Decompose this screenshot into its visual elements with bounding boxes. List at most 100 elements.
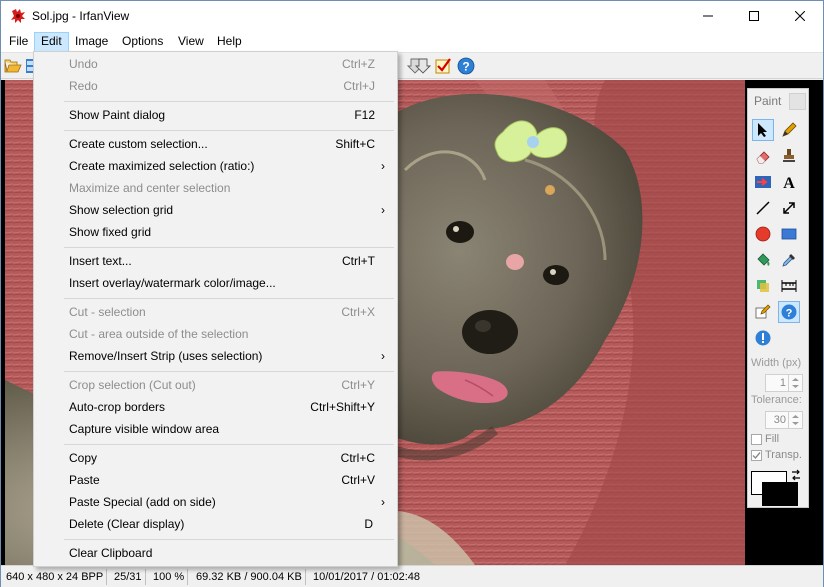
line-tool[interactable] <box>752 197 774 219</box>
tolerance-spinner-arrows[interactable] <box>788 412 802 428</box>
menu-item-create-custom-selection[interactable]: Create custom selection... Shift+C <box>36 133 395 155</box>
width-value: 1 <box>779 377 786 389</box>
color-picker-tool[interactable] <box>778 249 800 271</box>
menu-edit[interactable]: Edit <box>34 32 69 52</box>
submenu-arrow-icon: › <box>381 495 385 509</box>
menu-separator <box>64 371 394 372</box>
submenu-arrow-icon: › <box>381 159 385 173</box>
circle-tool[interactable] <box>752 223 774 245</box>
help-icon[interactable]: ? <box>457 57 475 75</box>
fill-bucket-tool[interactable] <box>752 249 774 271</box>
menu-item-shortcut: D <box>364 517 373 531</box>
transparent-checkbox[interactable] <box>751 450 762 461</box>
menu-item-cut-selection[interactable]: Cut - selection Ctrl+X <box>36 301 395 323</box>
menu-item-label: Undo <box>69 57 98 71</box>
fill-checkbox[interactable] <box>751 434 762 445</box>
close-button[interactable] <box>777 1 823 31</box>
status-dimensions: 640 x 480 x 24 BPP <box>3 569 108 585</box>
menu-item-insert-overlay[interactable]: Insert overlay/watermark color/image... <box>36 272 395 294</box>
irfanview-app-icon[interactable] <box>10 8 26 24</box>
menu-bar: File Edit Image Options View Help <box>1 31 823 52</box>
red-arrow-icon <box>755 176 771 188</box>
width-label: Width (px) <box>751 357 802 369</box>
color-replace-tool[interactable] <box>752 275 774 297</box>
ruler-tool[interactable] <box>778 275 800 297</box>
menu-item-delete-clear-display[interactable]: Delete (Clear display) D <box>36 513 395 535</box>
pencil-tool[interactable] <box>778 119 800 141</box>
menu-item-insert-text[interactable]: Insert text... Ctrl+T <box>36 250 395 272</box>
fill-checkbox-label: Fill <box>765 433 780 445</box>
menu-item-clear-clipboard[interactable]: Clear Clipboard <box>36 542 395 564</box>
arrow-tool[interactable] <box>752 171 774 193</box>
menu-item-cut-outside-selection[interactable]: Cut - area outside of the selection <box>36 323 395 345</box>
maximize-button[interactable] <box>731 1 777 31</box>
double-arrow-line-tool[interactable] <box>778 197 800 219</box>
select-tool[interactable] <box>752 119 774 141</box>
checkmark-icon <box>752 452 761 460</box>
swap-colors-icon[interactable] <box>790 469 802 481</box>
paint-help-button[interactable]: ? <box>778 301 800 323</box>
status-bar: 640 x 480 x 24 BPP 25/31 100 % 69.32 KB … <box>1 565 823 587</box>
menu-item-create-maximized-selection[interactable]: Create maximized selection (ratio:) › <box>36 155 395 177</box>
menu-item-redo[interactable]: Redo Ctrl+J <box>36 75 395 97</box>
width-spinner[interactable]: 1 <box>765 374 803 392</box>
paint-bucket-icon <box>757 253 770 266</box>
menu-item-show-fixed-grid[interactable]: Show fixed grid <box>36 221 395 243</box>
menu-item-shortcut: Ctrl+C <box>340 451 375 465</box>
eraser-tool[interactable] <box>752 145 774 167</box>
status-zoom: 100 % <box>150 569 189 585</box>
status-index: 25/31 <box>111 569 146 585</box>
menu-separator <box>64 444 394 445</box>
spinner-arrows-icon <box>792 378 799 388</box>
download-icon[interactable] <box>414 57 432 75</box>
menu-item-label: Clear Clipboard <box>69 546 153 560</box>
menu-item-maximize-center-selection[interactable]: Maximize and center selection <box>36 177 395 199</box>
width-spinner-arrows[interactable] <box>788 375 802 391</box>
menu-separator <box>64 247 394 248</box>
transparent-checkbox-label: Transp. <box>765 449 802 461</box>
menu-item-paste[interactable]: Paste Ctrl+V <box>36 469 395 491</box>
checkbox-tick-icon[interactable] <box>434 57 452 75</box>
menu-item-label: Maximize and center selection <box>69 181 231 195</box>
submenu-arrow-icon: › <box>381 349 385 363</box>
menu-item-label: Cut - area outside of the selection <box>69 327 249 341</box>
menu-item-undo[interactable]: Undo Ctrl+Z <box>36 53 395 75</box>
paint-close-button[interactable] <box>789 93 806 110</box>
menu-item-show-selection-grid[interactable]: Show selection grid › <box>36 199 395 221</box>
blue-rectangle-icon <box>781 228 797 240</box>
menu-item-remove-insert-strip[interactable]: Remove/Insert Strip (uses selection) › <box>36 345 395 367</box>
minimize-button[interactable] <box>685 1 731 31</box>
svg-text:?: ? <box>462 60 469 74</box>
menu-item-paste-special[interactable]: Paste Special (add on side) › <box>36 491 395 513</box>
menu-item-crop-selection[interactable]: Crop selection (Cut out) Ctrl+Y <box>36 374 395 396</box>
menu-item-label: Show fixed grid <box>69 225 152 239</box>
menu-item-copy[interactable]: Copy Ctrl+C <box>36 447 395 469</box>
menu-item-label: Paste <box>69 473 100 487</box>
menu-view[interactable]: View <box>172 32 210 52</box>
open-folder-icon[interactable] <box>4 57 22 75</box>
menu-help[interactable]: Help <box>211 32 248 52</box>
eyedropper-icon <box>782 254 795 267</box>
tolerance-spinner[interactable]: 30 <box>765 411 803 429</box>
menu-file[interactable]: File <box>3 32 34 52</box>
red-circle-icon <box>755 226 771 242</box>
paint-info-button[interactable] <box>752 327 774 349</box>
background-color-swatch[interactable] <box>762 482 798 506</box>
menu-item-label: Create maximized selection (ratio:) <box>69 159 255 173</box>
menu-item-auto-crop-borders[interactable]: Auto-crop borders Ctrl+Shift+Y <box>36 396 395 418</box>
menu-options[interactable]: Options <box>116 32 169 52</box>
clone-stamp-tool[interactable] <box>778 145 800 167</box>
rectangle-tool[interactable] <box>778 223 800 245</box>
menu-item-label: Redo <box>69 79 98 93</box>
menu-item-capture-visible-window[interactable]: Capture visible window area <box>36 418 395 440</box>
close-icon <box>795 11 805 21</box>
pencil-icon <box>782 122 797 137</box>
menu-image[interactable]: Image <box>69 32 114 52</box>
spinner-arrows-icon <box>792 415 799 425</box>
tolerance-label: Tolerance: <box>751 394 802 406</box>
title-bar[interactable]: Sol.jpg - IrfanView <box>1 1 823 31</box>
menu-item-label: Insert text... <box>69 254 132 268</box>
menu-item-show-paint-dialog[interactable]: Show Paint dialog F12 <box>36 104 395 126</box>
edit-text-tool[interactable] <box>752 301 774 323</box>
text-tool[interactable]: A <box>778 171 800 193</box>
